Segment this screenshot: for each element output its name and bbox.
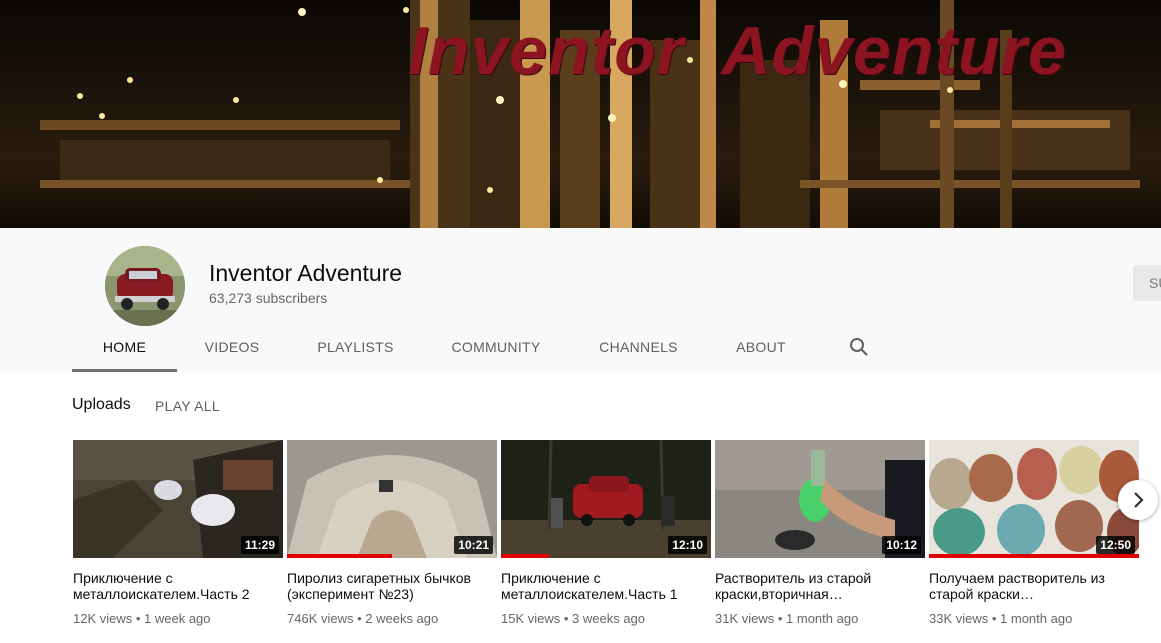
video-thumbnail[interactable]: 10:12: [715, 440, 925, 558]
watch-progress-bar: [287, 554, 392, 558]
video-thumbnail[interactable]: 12:50: [929, 440, 1139, 558]
video-card[interactable]: 10:21 Пиролиз сигаретных бычков (экспери…: [287, 440, 497, 626]
video-meta: 12K views • 1 week ago: [73, 611, 211, 626]
watch-progress-bar: [929, 554, 1139, 558]
video-meta: 746K views • 2 weeks ago: [287, 611, 439, 626]
tab-channels[interactable]: CHANNELS: [596, 328, 681, 372]
video-card[interactable]: 12:50 Получаем растворитель из старой кр…: [929, 440, 1139, 626]
video-card[interactable]: 10:12 Растворитель из старой краски,втор…: [715, 440, 925, 626]
video-meta: 15K views • 3 weeks ago: [501, 611, 646, 626]
video-duration: 12:50: [1096, 536, 1135, 554]
video-duration: 12:10: [668, 536, 707, 554]
video-meta: 31K views • 1 month ago: [715, 611, 859, 626]
tab-community[interactable]: COMMUNITY: [448, 328, 544, 372]
banner-title: Inventor Adventure: [408, 13, 1067, 89]
channel-header: Inventor Adventure 63,273 subscribers SU…: [0, 228, 1161, 372]
video-title[interactable]: Приключение с металлоискателем.Часть 2: [73, 570, 283, 602]
search-icon[interactable]: [848, 336, 870, 358]
video-meta: 33K views • 1 month ago: [929, 611, 1073, 626]
video-thumbnail[interactable]: 10:21: [287, 440, 497, 558]
video-duration: 10:12: [882, 536, 921, 554]
video-card[interactable]: 11:29 Приключение с металлоискателем.Час…: [73, 440, 283, 626]
subscribe-button[interactable]: SUBSCRIBE: [1133, 265, 1161, 301]
channel-name: Inventor Adventure: [209, 260, 403, 286]
video-duration: 11:29: [240, 536, 279, 554]
subscriber-count: 63,273 subscribers: [209, 290, 328, 306]
uploads-title[interactable]: Uploads: [72, 396, 131, 414]
chevron-right-icon[interactable]: [1118, 480, 1158, 520]
video-thumbnail[interactable]: 11:29: [73, 440, 283, 558]
video-thumbnail[interactable]: 12:10: [501, 440, 711, 558]
video-title[interactable]: Пиролиз сигаретных бычков (эксперимент №…: [287, 570, 497, 602]
tab-about[interactable]: ABOUT: [732, 328, 790, 372]
video-title[interactable]: Приключение с металлоискателем.Часть 1: [501, 570, 711, 602]
channel-avatar[interactable]: [105, 246, 185, 326]
channel-banner: Inventor Adventure: [0, 0, 1161, 228]
avatar-image: [105, 246, 185, 326]
video-title[interactable]: Получаем растворитель из старой краски…: [929, 570, 1139, 602]
tab-playlists[interactable]: PLAYLISTS: [312, 328, 399, 372]
tab-videos[interactable]: VIDEOS: [192, 328, 272, 372]
video-duration: 10:21: [454, 536, 493, 554]
watch-progress-bar: [501, 554, 550, 558]
tab-home[interactable]: HOME: [72, 328, 177, 372]
play-all-button[interactable]: PLAY ALL: [155, 398, 220, 414]
video-title[interactable]: Растворитель из старой краски,вторичная…: [715, 570, 925, 602]
video-card[interactable]: 12:10 Приключение с металлоискателем.Час…: [501, 440, 711, 626]
